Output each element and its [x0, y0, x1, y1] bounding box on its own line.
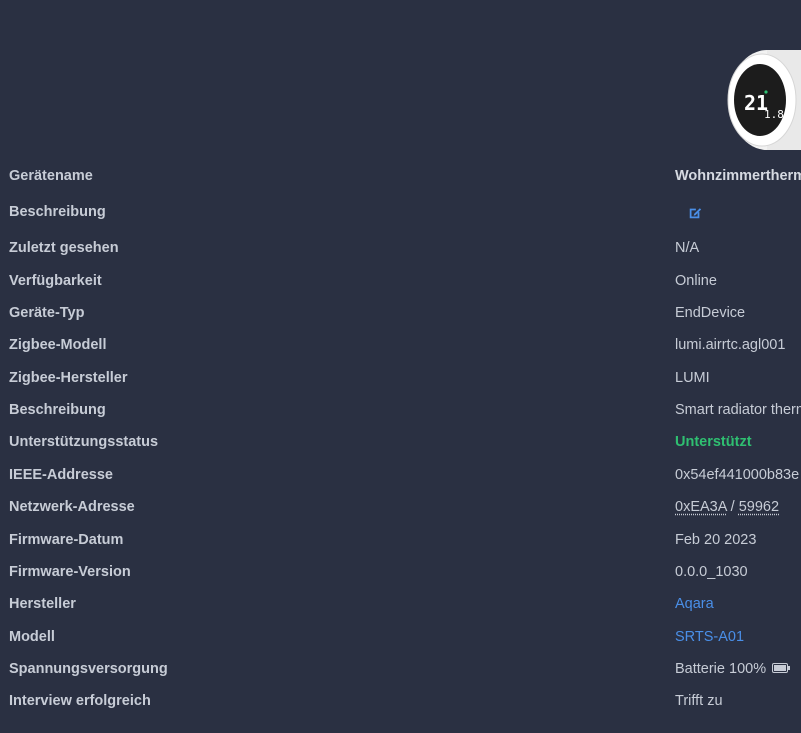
manufacturer-link[interactable]: Aqara [675, 596, 714, 612]
power-source-text: Batterie 100% [675, 661, 767, 677]
label-interview-completed: Interview erfolgreich [9, 693, 151, 709]
label-network-address: Netzwerk-Adresse [9, 499, 135, 515]
row-network-address: Netzwerk-Adresse 0xEA3A / 59962 [0, 495, 801, 521]
label-device-type: Geräte-Typ [9, 305, 85, 321]
device-info-page: 21 1.8 Gerätename Wohnzimmerthermostat B… [0, 0, 801, 733]
value-description: Smart radiator thermostat E1 [675, 402, 801, 418]
row-description: Beschreibung Smart radiator thermostat E… [0, 398, 801, 424]
network-address-dec: 59962 [738, 499, 780, 515]
value-network-address: 0xEA3A / 59962 [675, 499, 779, 515]
value-device-type: EndDevice [675, 305, 746, 321]
label-firmware-version: Firmware-Version [9, 564, 131, 580]
network-address-hex: 0xEA3A [675, 499, 727, 515]
label-availability: Verfügbarkeit [9, 273, 102, 289]
value-firmware-date: Feb 20 2023 [675, 532, 757, 548]
device-image: 21 1.8 [727, 50, 801, 150]
value-zigbee-manufacturer: LUMI [675, 370, 710, 386]
row-firmware-date: Firmware-Datum Feb 20 2023 [0, 528, 801, 554]
edit-icon[interactable] [688, 206, 702, 220]
label-zigbee-manufacturer: Zigbee-Hersteller [9, 370, 128, 386]
battery-full-icon [772, 663, 791, 674]
value-last-seen: N/A [675, 240, 700, 256]
label-power-source: Spannungsversorgung [9, 661, 168, 677]
row-firmware-version: Firmware-Version 0.0.0_1030 [0, 560, 801, 586]
value-firmware-version: 0.0.0_1030 [675, 564, 748, 580]
label-description-2: Beschreibung [9, 402, 106, 418]
label-last-seen: Zuletzt gesehen [9, 240, 119, 256]
label-ieee-address: IEEE-Addresse [9, 467, 113, 483]
value-zigbee-model: lumi.airrtc.agl001 [675, 337, 786, 353]
row-availability: Verfügbarkeit Online [0, 269, 801, 295]
network-address-separator: / [726, 499, 739, 515]
model-link[interactable]: SRTS-A01 [675, 629, 744, 645]
label-zigbee-model: Zigbee-Modell [9, 337, 107, 353]
row-ieee-address: IEEE-Addresse 0x54ef441000b83e [0, 463, 801, 489]
row-description-edit: Beschreibung [0, 200, 801, 226]
label-device-name: Gerätename [9, 168, 93, 184]
row-device-name: Gerätename Wohnzimmerthermostat [0, 164, 801, 190]
row-device-type: Geräte-Typ EndDevice [0, 301, 801, 327]
label-support-status: Unterstützungsstatus [9, 434, 159, 450]
row-interview-completed: Interview erfolgreich Trifft zu [0, 689, 801, 715]
row-zigbee-model: Zigbee-Modell lumi.airrtc.agl001 [0, 333, 801, 359]
value-interview-completed: Trifft zu [675, 693, 723, 709]
row-support-status: Unterstützungsstatus Unterstützt [0, 430, 801, 456]
row-last-seen: Zuletzt gesehen N/A [0, 236, 801, 262]
label-model: Modell [9, 629, 55, 645]
row-model: Modell SRTS-A01 [0, 625, 801, 651]
value-device-name: Wohnzimmerthermostat [675, 168, 801, 184]
value-support-status: Unterstützt [675, 434, 752, 450]
row-power-source: Spannungsversorgung Batterie 100% [0, 657, 801, 683]
value-availability: Online [675, 273, 717, 289]
row-manufacturer: Hersteller Aqara [0, 592, 801, 618]
row-zigbee-manufacturer: Zigbee-Hersteller LUMI [0, 366, 801, 392]
label-firmware-date: Firmware-Datum [9, 532, 124, 548]
value-power-source: Batterie 100% [675, 661, 791, 677]
label-manufacturer: Hersteller [9, 596, 76, 612]
value-ieee-address: 0x54ef441000b83e [675, 467, 800, 483]
label-description: Beschreibung [9, 204, 106, 220]
device-display-target: 1.8 [764, 108, 784, 121]
